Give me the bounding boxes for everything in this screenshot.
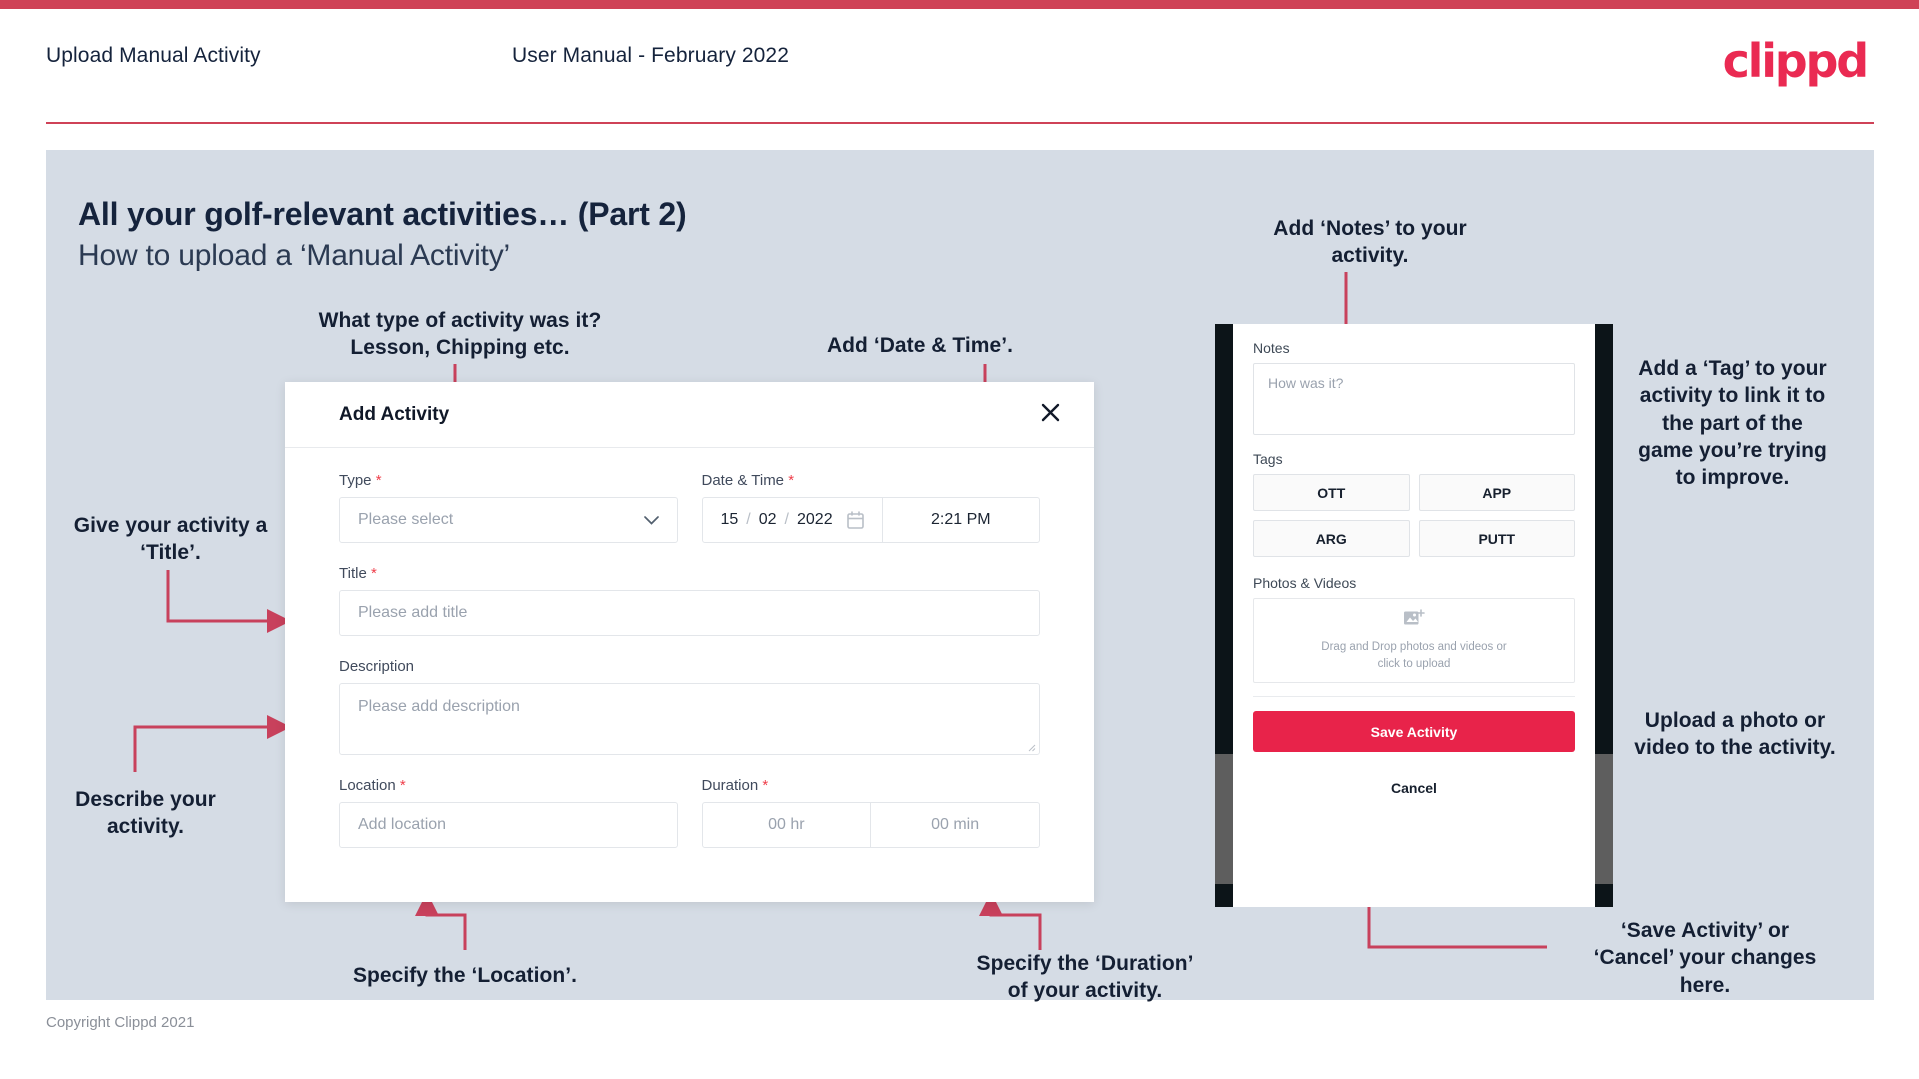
save-activity-button[interactable]: Save Activity [1253, 711, 1575, 752]
field-description: Description Please add description [339, 658, 1040, 755]
date-month: 02 [758, 511, 777, 528]
label-description: Description [339, 658, 1040, 675]
annotation-location: Specify the ‘Location’. [352, 964, 578, 987]
footer-copyright: Copyright Clippd 2021 [46, 1014, 195, 1031]
label-datetime: Date & Time * [702, 472, 1041, 489]
annotation-save-cancel: ‘Save Activity’ or ‘Cancel’ your changes… [1593, 919, 1817, 997]
label-duration-text: Duration [701, 777, 759, 794]
date-year: 2022 [797, 511, 833, 528]
label-type-text: Type [339, 472, 372, 489]
label-location-text: Location [339, 777, 396, 794]
label-title-text: Title [339, 565, 367, 582]
dialog-header: Add Activity [285, 382, 1094, 448]
time-input[interactable]: 2:21 PM [883, 498, 1039, 542]
row-location-duration: Location * Add location Duration * 00 hr… [339, 777, 1040, 848]
annotation-title: Give your activity a ‘Title’. [73, 514, 268, 565]
slide-subheading: How to upload a ‘Manual Activity’ [78, 239, 510, 272]
top-accent-strip [0, 0, 1919, 9]
phone-side-button-left [1215, 754, 1233, 884]
annotation-description: Describe your activity. [75, 788, 216, 839]
label-description-text: Description [339, 658, 415, 675]
slide-heading: All your golf-relevant activities… (Part… [78, 196, 687, 232]
phone-notes-label: Notes [1253, 340, 1290, 356]
title-input-placeholder: Please add title [358, 604, 468, 621]
phone-upload-line2: click to upload [1377, 658, 1451, 670]
type-select[interactable]: Please select [339, 497, 678, 543]
required-marker: * [788, 472, 795, 489]
add-activity-dialog: Add Activity Type * Please select Date &… [285, 382, 1094, 902]
phone-side-button-right [1595, 754, 1613, 884]
tag-app[interactable]: APP [1418, 474, 1575, 511]
page-title: Upload Manual Activity [46, 44, 261, 67]
location-input[interactable]: Add location [339, 802, 678, 848]
close-icon[interactable] [1034, 396, 1066, 428]
chevron-down-icon [643, 513, 659, 528]
date-separator: / [784, 511, 789, 528]
field-duration: Duration * 00 hr 00 min [701, 777, 1041, 848]
duration-control: 00 hr 00 min [701, 802, 1040, 848]
annotation-upload: Upload a photo or video to the activity. [1634, 709, 1836, 760]
label-duration: Duration * [702, 777, 1041, 794]
phone-upload-dropzone[interactable]: Drag and Drop photos and videos or click… [1253, 598, 1575, 683]
field-type: Type * Please select [339, 472, 678, 543]
resize-handle-icon[interactable] [1026, 742, 1036, 752]
calendar-icon[interactable] [846, 511, 864, 529]
annotation-datetime: Add ‘Date & Time’. [826, 334, 1014, 357]
dialog-body: Type * Please select Date & Time * 15 / … [285, 448, 1094, 848]
tag-ott[interactable]: OTT [1253, 474, 1410, 511]
field-title: Title * Please add title [339, 565, 1040, 636]
phone-tags-label: Tags [1253, 451, 1283, 467]
header-subtitle: User Manual - February 2022 [512, 44, 789, 67]
required-marker: * [762, 777, 769, 794]
phone-notes-placeholder: How was it? [1268, 375, 1344, 391]
duration-minutes-input[interactable]: 00 min [871, 803, 1039, 847]
description-placeholder: Please add description [358, 698, 520, 715]
tag-putt[interactable]: PUTT [1418, 520, 1575, 557]
phone-notes-input[interactable]: How was it? [1253, 363, 1575, 435]
field-datetime: Date & Time * 15 / 02 / 2022 2:21 PM [701, 472, 1041, 543]
date-separator: / [746, 511, 751, 528]
dialog-title: Add Activity [339, 404, 450, 425]
phone-tags-grid: OTT APP ARG PUTT [1253, 474, 1575, 557]
cancel-button[interactable]: Cancel [1253, 780, 1575, 796]
phone-mockup: Notes How was it? Tags OTT APP ARG PUTT … [1215, 324, 1613, 907]
annotation-duration: Specify the ‘Duration’ of your activity. [976, 952, 1194, 1003]
required-marker: * [375, 472, 382, 489]
duration-hours-input[interactable]: 00 hr [703, 803, 872, 847]
annotation-type: What type of activity was it? Lesson, Ch… [318, 309, 602, 360]
label-title: Title * [339, 565, 1040, 582]
date-input[interactable]: 15 / 02 / 2022 [703, 498, 883, 542]
location-placeholder: Add location [358, 816, 447, 833]
required-marker: * [370, 565, 377, 582]
annotation-notes: Add ‘Notes’ to your activity. [1273, 217, 1467, 268]
row-type-datetime: Type * Please select Date & Time * 15 / … [339, 472, 1040, 543]
required-marker: * [399, 777, 406, 794]
phone-divider [1253, 696, 1575, 697]
type-select-value: Please select [358, 511, 454, 528]
clippd-logo: clippd [1722, 34, 1870, 88]
field-location: Location * Add location [339, 777, 678, 848]
add-image-icon [1403, 608, 1425, 633]
date-day: 15 [720, 511, 739, 528]
description-textarea[interactable]: Please add description [339, 683, 1040, 755]
title-input[interactable]: Please add title [339, 590, 1040, 636]
phone-upload-line1: Drag and Drop photos and videos or [1321, 641, 1507, 654]
phone-screen: Notes How was it? Tags OTT APP ARG PUTT … [1233, 324, 1595, 907]
label-datetime-text: Date & Time [701, 472, 785, 489]
slide-page: Upload Manual Activity User Manual - Feb… [0, 0, 1919, 1079]
header-divider [46, 122, 1874, 124]
tag-arg[interactable]: ARG [1253, 520, 1410, 557]
phone-photos-label: Photos & Videos [1253, 575, 1357, 591]
label-location: Location * [339, 777, 678, 794]
label-type: Type * [339, 472, 678, 489]
datetime-control: 15 / 02 / 2022 2:21 PM [701, 497, 1040, 543]
annotation-tag: Add a ‘Tag’ to your activity to link it … [1638, 357, 1827, 490]
phone-upload-text: Drag and Drop photos and videos or click… [1321, 639, 1506, 672]
